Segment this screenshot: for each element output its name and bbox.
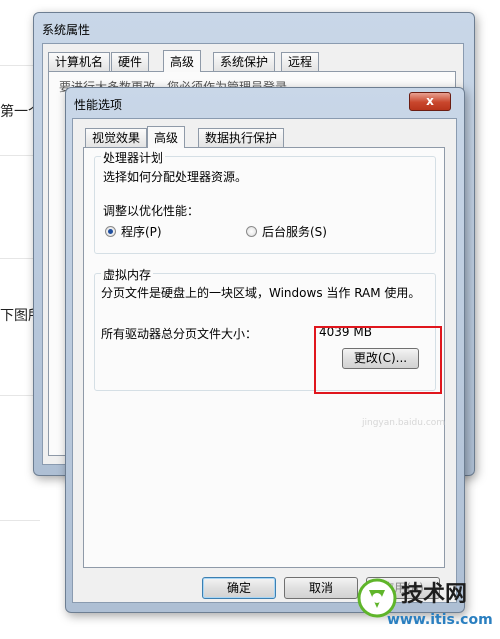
cancel-button[interactable]: 取消 bbox=[284, 577, 358, 599]
background-services-radio[interactable] bbox=[246, 226, 257, 237]
window-title: 系统属性 bbox=[42, 23, 91, 37]
total-paging-label: 所有驱动器总分页文件大小： bbox=[101, 327, 258, 341]
group-title: 处理器计划 bbox=[101, 149, 166, 166]
programs-radio-label[interactable]: 程序(P) bbox=[121, 223, 162, 240]
tab-advanced[interactable]: 高级 bbox=[163, 50, 202, 72]
tab-advanced[interactable]: 高级 bbox=[147, 126, 186, 148]
window-title: 性能选项 bbox=[74, 98, 123, 112]
ok-button[interactable]: 确定 bbox=[202, 577, 276, 599]
virtual-memory-description: 分页文件是硬盘上的一块区域，Windows 当作 RAM 使用。 bbox=[101, 286, 421, 300]
close-button[interactable]: x bbox=[409, 92, 451, 111]
tab-remote[interactable]: 远程 bbox=[281, 52, 320, 71]
tab-system-protection[interactable]: 系统保护 bbox=[213, 52, 276, 71]
processor-description: 选择如何分配处理器资源。 bbox=[103, 170, 248, 184]
adjust-label: 调整以优化性能： bbox=[103, 204, 200, 218]
programs-radio[interactable] bbox=[105, 226, 116, 237]
group-title: 虚拟内存 bbox=[101, 266, 154, 283]
divider bbox=[0, 520, 40, 521]
background-services-radio-label[interactable]: 后台服务(S) bbox=[262, 223, 327, 240]
tab-hardware[interactable]: 硬件 bbox=[111, 52, 150, 71]
tab-data-execution-prevention[interactable]: 数据执行保护 bbox=[198, 128, 285, 147]
tab-computer-name[interactable]: 计算机名 bbox=[48, 52, 111, 71]
highlight-box bbox=[314, 326, 442, 394]
brand-name: 技术网 bbox=[401, 582, 468, 607]
brand-url: www.itis.com bbox=[387, 612, 493, 628]
watermark-logo: 技术网 www.itis.com bbox=[357, 576, 497, 636]
processor-scheduling-group: 处理器计划 选择如何分配处理器资源。 调整以优化性能： 程序(P) 后台服务(S… bbox=[94, 149, 436, 254]
tab-visual-effects[interactable]: 视觉效果 bbox=[85, 128, 148, 147]
faint-watermark: jingyan.baidu.com bbox=[362, 418, 446, 428]
